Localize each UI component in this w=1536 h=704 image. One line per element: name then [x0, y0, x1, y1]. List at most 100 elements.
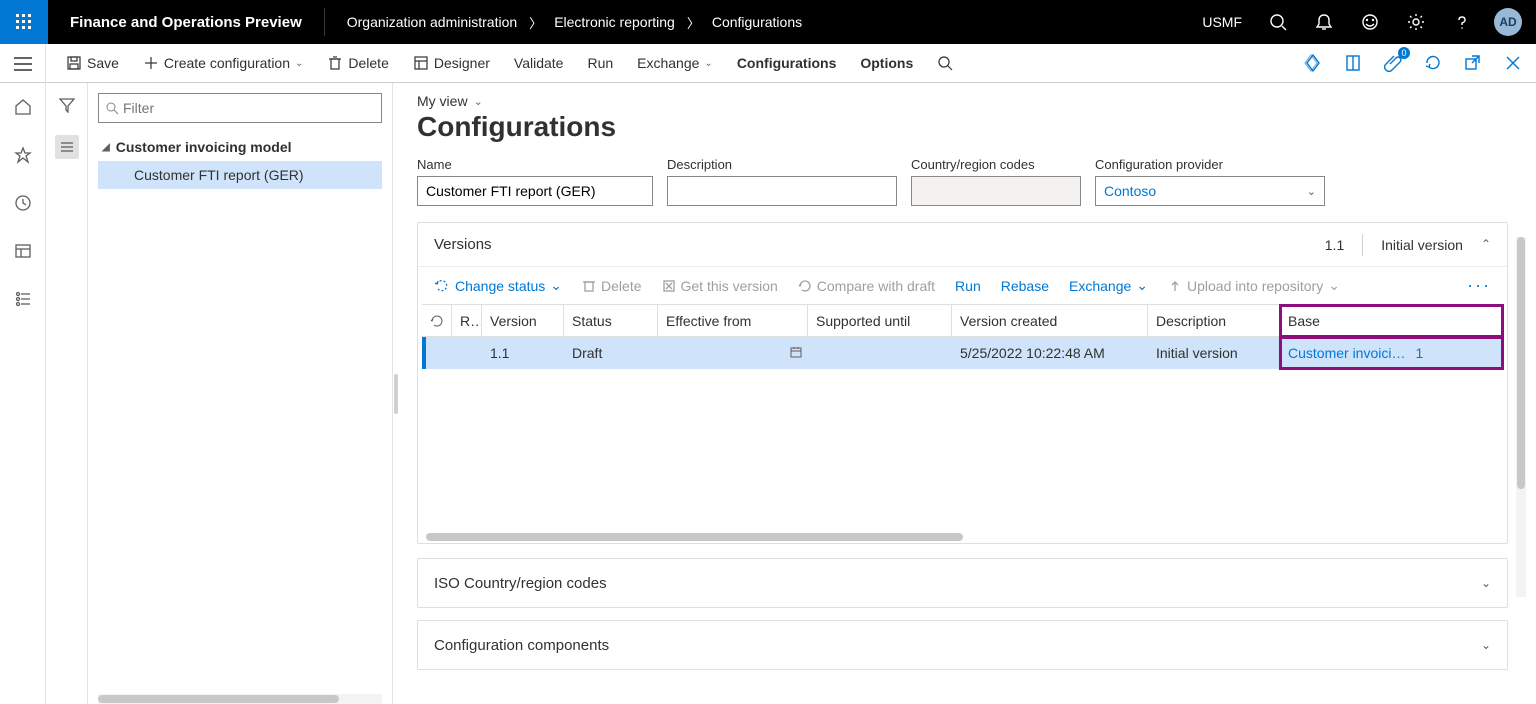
exchange-button[interactable]: Exchange ⌄: [625, 44, 725, 83]
company-picker[interactable]: USMF: [1202, 14, 1246, 30]
country-label: Country/region codes: [911, 157, 1081, 172]
col-description[interactable]: Description: [1148, 305, 1280, 337]
version-desc-badge: Initial version: [1381, 237, 1463, 253]
col-supported[interactable]: Supported until: [808, 305, 952, 337]
cell-supported: [808, 337, 952, 369]
chevron-up-icon[interactable]: ⌃: [1481, 237, 1491, 251]
breadcrumb-item[interactable]: Organization administration: [347, 14, 517, 30]
table-row[interactable]: 1.1 Draft 5/25/2022 10:22:48 AM Initial …: [422, 337, 1503, 369]
tree-node-child[interactable]: Customer FTI report (GER): [98, 161, 382, 189]
versions-card: Versions 1.1 Initial version ⌃ Change st…: [417, 222, 1508, 544]
cell-description: Initial version: [1148, 337, 1280, 369]
grid-refresh-icon[interactable]: [422, 305, 452, 337]
filter-pane-icon[interactable]: [55, 93, 79, 117]
provider-select[interactable]: Contoso ⌄: [1095, 176, 1325, 206]
filter-input[interactable]: [98, 93, 382, 123]
home-icon[interactable]: [11, 95, 35, 119]
caret-down-icon: ◢: [102, 142, 110, 153]
popout-icon[interactable]: [1460, 50, 1486, 76]
smile-icon[interactable]: [1356, 8, 1384, 36]
refresh-icon[interactable]: [1420, 50, 1446, 76]
chevron-right-icon: 〉: [687, 13, 700, 32]
col-status[interactable]: Status: [564, 305, 658, 337]
view-selector[interactable]: My view ⌄: [417, 93, 1508, 109]
bell-icon[interactable]: [1310, 8, 1338, 36]
chevron-down-icon: ⌄: [1307, 185, 1316, 198]
options-tab[interactable]: Options: [848, 44, 925, 83]
get-version-button: Get this version: [662, 278, 778, 294]
vertical-scrollbar[interactable]: [1516, 237, 1526, 597]
chevron-down-icon: ⌄: [704, 58, 712, 69]
create-configuration-button[interactable]: Create configuration ⌄: [131, 44, 315, 83]
delete-version-button: Delete: [582, 278, 641, 294]
chevron-down-icon: ⌄: [1481, 638, 1491, 652]
chevron-down-icon: ⌄: [474, 95, 483, 108]
validate-button[interactable]: Validate: [502, 44, 576, 83]
chevron-down-icon: ⌄: [1328, 277, 1340, 294]
filter-text[interactable]: [123, 100, 375, 116]
chevron-down-icon: ⌄: [295, 58, 303, 69]
horizontal-scrollbar[interactable]: [98, 694, 382, 704]
avatar[interactable]: AD: [1494, 8, 1522, 36]
version-badge: 1.1: [1325, 237, 1344, 253]
grid-horizontal-scrollbar[interactable]: [422, 531, 1503, 543]
cell-created: 5/25/2022 10:22:48 AM: [952, 337, 1148, 369]
breadcrumb-item[interactable]: Configurations: [712, 14, 802, 30]
search-in-page[interactable]: [925, 44, 965, 83]
breadcrumb-item[interactable]: Electronic reporting: [554, 14, 675, 30]
chevron-down-icon: ⌄: [1136, 277, 1148, 294]
cell-base[interactable]: Customer invoici… 1: [1280, 337, 1503, 369]
diamond-icon[interactable]: [1300, 50, 1326, 76]
cell-effective[interactable]: [658, 337, 808, 369]
tree-node-parent[interactable]: ◢ Customer invoicing model: [98, 133, 382, 161]
list-pane-icon[interactable]: [55, 135, 79, 159]
run-version-button[interactable]: Run: [955, 278, 981, 294]
col-created[interactable]: Version created: [952, 305, 1148, 337]
breadcrumb: Organization administration 〉 Electronic…: [325, 13, 1203, 32]
workspace-icon[interactable]: [11, 239, 35, 263]
star-icon[interactable]: [11, 143, 35, 167]
help-icon[interactable]: [1448, 8, 1476, 36]
configurations-tab[interactable]: Configurations: [725, 44, 849, 83]
chevron-right-icon: 〉: [529, 13, 542, 32]
compare-button: Compare with draft: [798, 278, 935, 294]
provider-label: Configuration provider: [1095, 157, 1325, 172]
more-icon[interactable]: ···: [1467, 275, 1491, 296]
versions-title: Versions: [434, 236, 1325, 253]
iso-section[interactable]: ISO Country/region codes ⌄: [417, 558, 1508, 608]
app-launcher[interactable]: [0, 0, 48, 44]
change-status-button[interactable]: Change status ⌄: [434, 277, 562, 294]
name-input[interactable]: [417, 176, 653, 206]
col-effective[interactable]: Effective from: [658, 305, 808, 337]
col-version[interactable]: Version: [482, 305, 564, 337]
upload-button: Upload into repository ⌄: [1168, 277, 1340, 294]
modules-icon[interactable]: [11, 287, 35, 311]
exchange-version-button[interactable]: Exchange ⌄: [1069, 277, 1148, 294]
hamburger-icon[interactable]: [0, 44, 46, 83]
country-input: [911, 176, 1081, 206]
components-section[interactable]: Configuration components ⌄: [417, 620, 1508, 670]
gear-icon[interactable]: [1402, 8, 1430, 36]
close-icon[interactable]: [1500, 50, 1526, 76]
attachments-icon[interactable]: [1380, 50, 1406, 76]
rebase-button[interactable]: Rebase: [1001, 278, 1049, 294]
save-button[interactable]: Save: [54, 44, 131, 83]
save-label: Save: [87, 55, 119, 71]
col-base[interactable]: Base: [1280, 305, 1503, 337]
cell-status: Draft: [564, 337, 658, 369]
delete-button[interactable]: Delete: [315, 44, 400, 83]
search-icon[interactable]: [1264, 8, 1292, 36]
clock-icon[interactable]: [11, 191, 35, 215]
chevron-down-icon: ⌄: [1481, 576, 1491, 590]
description-input[interactable]: [667, 176, 897, 206]
col-r[interactable]: R…: [452, 305, 482, 337]
name-label: Name: [417, 157, 653, 172]
page-title: Configurations: [417, 111, 1508, 143]
app-title: Finance and Operations Preview: [48, 14, 324, 31]
cell-version: 1.1: [482, 337, 564, 369]
run-button[interactable]: Run: [575, 44, 625, 83]
chevron-down-icon: ⌄: [550, 277, 562, 294]
office-icon[interactable]: [1340, 50, 1366, 76]
designer-button[interactable]: Designer: [401, 44, 502, 83]
calendar-icon[interactable]: [789, 345, 803, 362]
